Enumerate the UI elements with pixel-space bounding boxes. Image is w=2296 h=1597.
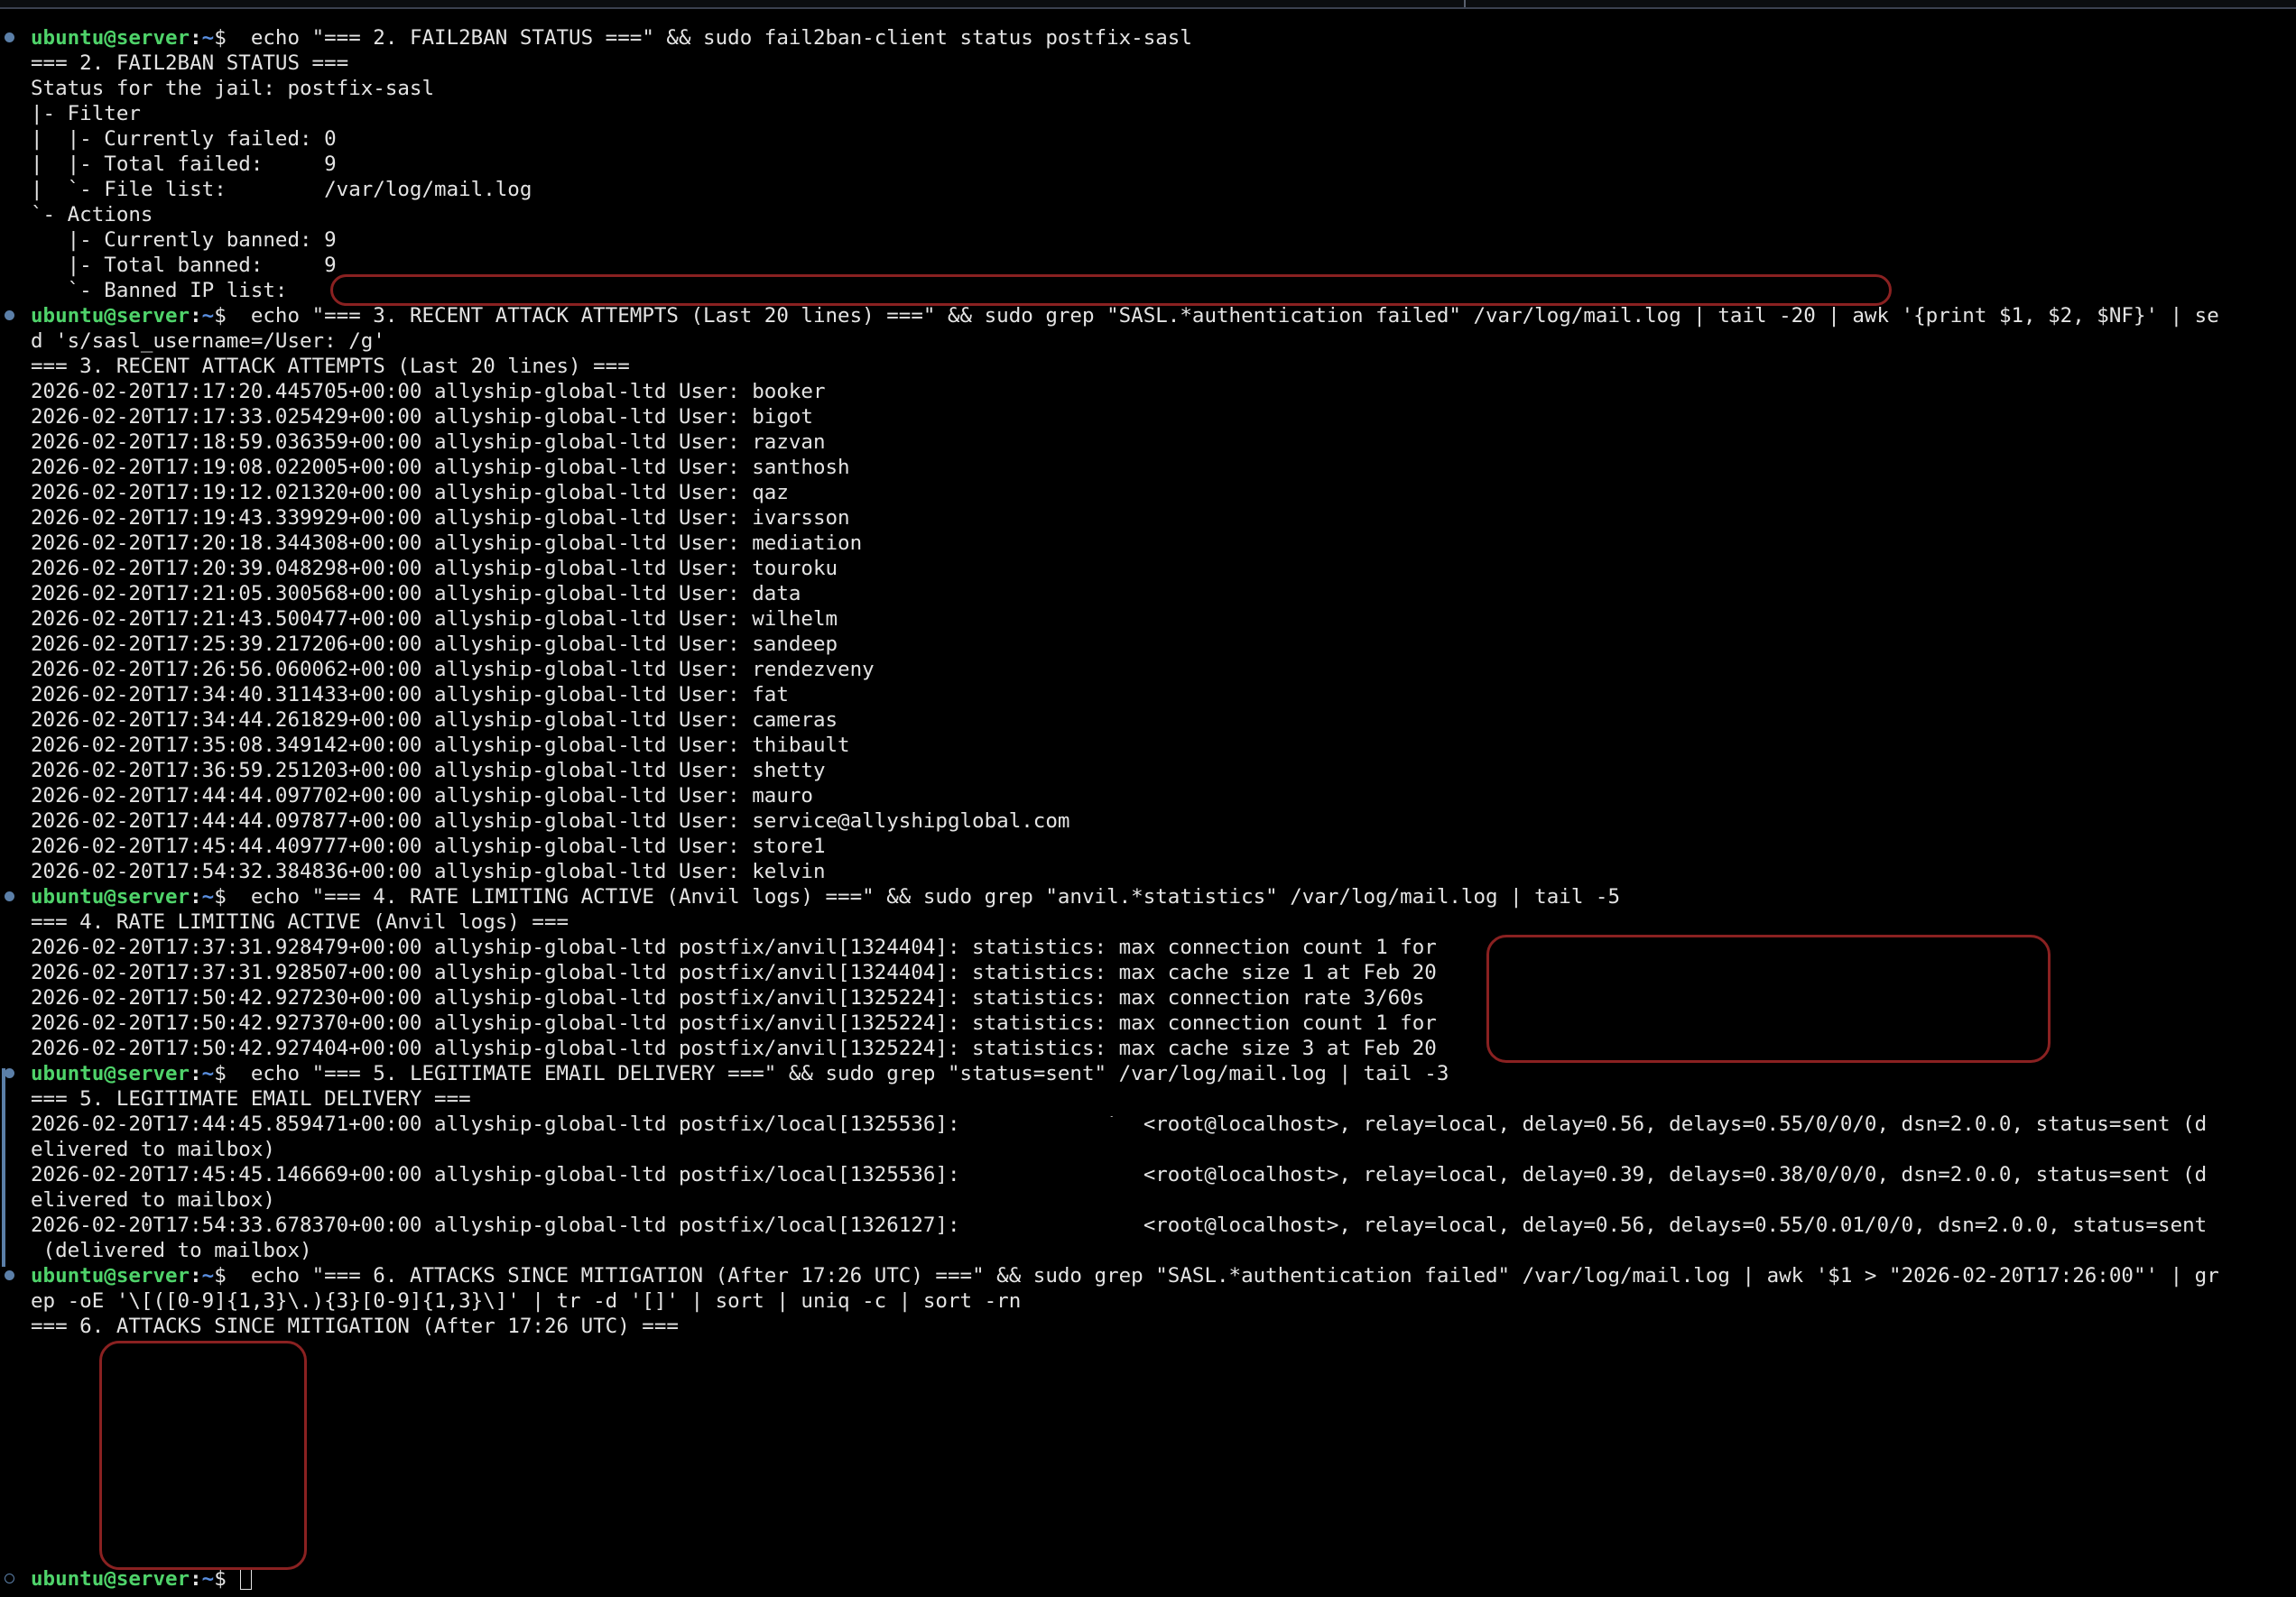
output-line: 2026-02-20T17:20:18.344308+00:00 allyshi… (31, 531, 863, 555)
output-line: (delivered to mailbox) (31, 1239, 312, 1262)
prompt-separator: : (190, 1264, 202, 1288)
command-status-marker (5, 891, 14, 901)
command-text: echo "=== 2. FAIL2BAN STATUS ===" && sud… (226, 26, 1192, 50)
output-line (31, 1440, 2219, 1465)
output-line: 2026-02-20T17:21:05.300568+00:00 allyshi… (31, 582, 801, 605)
command-status-marker (5, 32, 14, 42)
command-line: ubuntu@server:~$ echo "=== 6. ATTACKS SI… (5, 1263, 2219, 1288)
prompt-user-host: ubuntu@server (31, 1567, 190, 1591)
prompt-separator: : (190, 1062, 202, 1085)
output-line: | `- File list: /var/log/mail.log (31, 178, 532, 201)
output-line: 2026-02-20T17:35:08.349142+00:00 allyshi… (31, 734, 850, 757)
output-line: 2026-02-20T17:34:44.261829+00:00 allyshi… (31, 708, 838, 732)
output-line: === 3. RECENT ATTACK ATTEMPTS (Last 20 l… (31, 355, 630, 378)
output-line: 2026-02-20T17:34:40.311433+00:00 allyshi… (31, 683, 789, 706)
output-line: | |- Currently failed: 0 (31, 127, 337, 151)
output-line: === 5. LEGITIMATE EMAIL DELIVERY === (31, 1087, 471, 1111)
output-line: 2026-02-20T17:45:44.409777+00:00 allyshi… (31, 835, 826, 858)
command-line: ubuntu@server:~$ echo "=== 4. RATE LIMIT… (5, 884, 2219, 909)
output-line: 2026-02-20T17:17:20.445705+00:00 allyshi… (31, 380, 826, 403)
output-line: === 4. RATE LIMITING ACTIVE (Anvil logs)… (31, 910, 569, 934)
output-line: 2026-02-20T17:17:33.025429+00:00 allyshi… (31, 405, 813, 429)
prompt-sign: $ (214, 1264, 227, 1288)
prompt-user-host: ubuntu@server (31, 1264, 190, 1288)
active-command-indicator (2, 1068, 5, 1267)
prompt-separator: : (190, 1567, 202, 1591)
redaction-box-anvil-details (1486, 935, 2051, 1063)
prompt-path: ~ (201, 885, 215, 909)
prompt-user-host: ubuntu@server (31, 26, 190, 50)
prompt-sign: $ (214, 885, 227, 909)
prompt-path: ~ (201, 1062, 215, 1085)
output-line: 2026-02-20T17:20:39.048298+00:00 allyshi… (31, 557, 838, 580)
prompt-path: ~ (201, 1567, 215, 1591)
output-line: Status for the jail: postfix-sasl (31, 77, 435, 100)
command-line: ubuntu@server:~$ echo "=== 3. RECENT ATT… (5, 303, 2219, 328)
command-text: echo "=== 6. ATTACKS SINCE MITIGATION (A… (226, 1264, 2219, 1288)
prompt-separator: : (190, 26, 202, 50)
output-line: d 's/sasl_username=/User: /g' (31, 329, 385, 353)
command-text: echo "=== 4. RATE LIMITING ACTIVE (Anvil… (226, 885, 1621, 909)
redaction-box-banned-ips (330, 274, 1892, 306)
output-line: 2026-02-20T17:44:44.097702+00:00 allyshi… (31, 784, 813, 808)
output-line: 2026-02-20T17:36:59.251203+00:00 allyshi… (31, 759, 826, 782)
redaction-box-attack-ips (99, 1341, 307, 1570)
output-line: === 2. FAIL2BAN STATUS === (31, 51, 349, 75)
output-line: 2026-02-20T17:18:59.036359+00:00 allyshi… (31, 430, 826, 454)
command-text: echo "=== 3. RECENT ATTACK ATTEMPTS (Las… (226, 304, 2219, 328)
prompt-path: ~ (201, 1264, 215, 1288)
command-status-marker (5, 1068, 14, 1078)
output-line: 2026-02-20T17:25:39.217206+00:00 allyshi… (31, 632, 838, 656)
output-line (31, 1491, 2219, 1516)
prompt-separator: : (190, 885, 202, 909)
terminal-tab-bar (0, 0, 2296, 9)
prompt-sign: $ (214, 304, 227, 328)
terminal-tab[interactable] (0, 0, 1466, 7)
prompt-sign: $ (214, 26, 227, 50)
command-line: ubuntu@server:~$ echo "=== 5. LEGITIMATE… (5, 1061, 2219, 1086)
output-line (31, 1516, 2219, 1541)
prompt-path: ~ (201, 304, 215, 328)
prompt-separator: : (190, 304, 202, 328)
output-line: 2026-02-20T17:44:44.097877+00:00 allyshi… (31, 809, 1070, 833)
command-status-marker (5, 1270, 14, 1280)
output-line: 2026-02-20T17:19:43.339929+00:00 allyshi… (31, 506, 850, 530)
output-line: === 6. ATTACKS SINCE MITIGATION (After 1… (31, 1315, 679, 1338)
output-line (31, 1389, 2219, 1415)
redaction-box-message-ids (984, 1117, 1144, 1232)
prompt-sign: $ (214, 1567, 227, 1591)
prompt-sign: $ (214, 1062, 227, 1085)
terminal-output: ubuntu@server:~$ echo "=== 2. FAIL2BAN S… (5, 25, 2219, 1592)
output-line: 2026-02-20T17:21:43.500477+00:00 allyshi… (31, 607, 838, 631)
output-line: 2026-02-20T17:19:08.022005+00:00 allyshi… (31, 456, 850, 479)
output-line: | |- Total failed: 9 (31, 152, 337, 176)
output-line: 2026-02-20T17:54:32.384836+00:00 allyshi… (31, 860, 826, 883)
output-line (31, 1364, 2219, 1389)
output-line: |- Filter (31, 102, 141, 125)
output-line: |- Currently banned: 9 (31, 228, 337, 252)
input-line[interactable]: ubuntu@server:~$ (5, 1566, 2219, 1592)
output-line: 2026-02-20T17:26:56.060062+00:00 allyshi… (31, 658, 875, 681)
command-text: echo "=== 5. LEGITIMATE EMAIL DELIVERY =… (226, 1062, 1449, 1085)
output-line: 2026-02-20T17:19:12.021320+00:00 allyshi… (31, 481, 789, 504)
output-line (31, 1465, 2219, 1491)
output-line: ep -oE '\[([0-9]{1,3}\.){3}[0-9]{1,3}\]'… (31, 1289, 1022, 1313)
command-status-marker (5, 1574, 14, 1583)
prompt-user-host: ubuntu@server (31, 304, 190, 328)
output-line (31, 1339, 2219, 1364)
prompt-path: ~ (201, 26, 215, 50)
command-input[interactable] (227, 1567, 239, 1591)
terminal-window[interactable]: ubuntu@server:~$ echo "=== 2. FAIL2BAN S… (0, 0, 2296, 1597)
output-line (31, 1415, 2219, 1440)
prompt-user-host: ubuntu@server (31, 885, 190, 909)
prompt-user-host: ubuntu@server (31, 1062, 190, 1085)
command-status-marker (5, 310, 14, 320)
output-line (31, 1541, 2219, 1566)
command-line: ubuntu@server:~$ echo "=== 2. FAIL2BAN S… (5, 25, 2219, 51)
output-line: `- Actions (31, 203, 153, 226)
